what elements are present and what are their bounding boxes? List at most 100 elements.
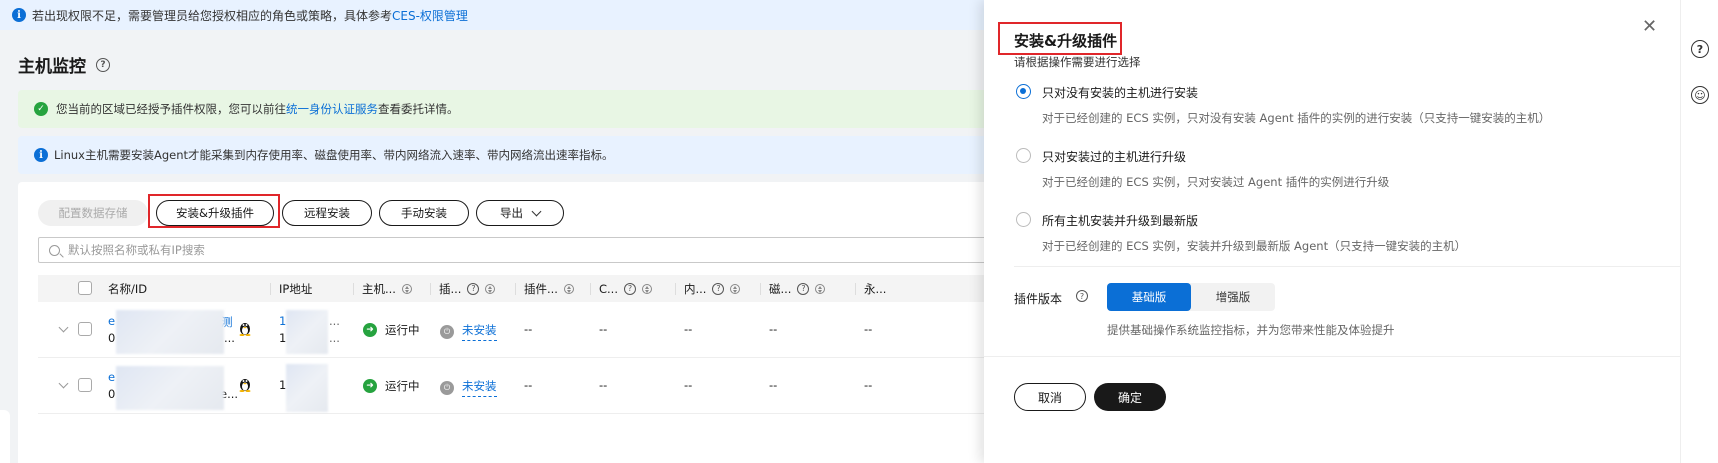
plugin-version-switch: 基础版 增强版 bbox=[1107, 283, 1275, 311]
host-id: 0 bbox=[108, 387, 116, 401]
select-all-checkbox[interactable] bbox=[78, 281, 92, 295]
sort-icon[interactable] bbox=[401, 283, 412, 294]
permanent-value: -- bbox=[864, 378, 873, 392]
confirm-button[interactable]: 确定 bbox=[1094, 383, 1166, 411]
disk-value: -- bbox=[769, 378, 778, 392]
table-header: 名称/ID IP地址 主机... 插...? 插件... C...? 内...?… bbox=[38, 275, 1078, 302]
host-status: ➜ 运行中 bbox=[363, 378, 420, 394]
info-icon: i bbox=[12, 8, 26, 22]
feedback-smile-icon[interactable]: ☺ bbox=[1691, 86, 1709, 104]
row-checkbox[interactable] bbox=[78, 322, 92, 336]
title-highlight-box bbox=[998, 22, 1122, 55]
help-icon[interactable]: ? bbox=[1076, 290, 1088, 302]
chevron-down-icon bbox=[531, 206, 542, 216]
remote-install-button[interactable]: 远程安装 bbox=[282, 200, 372, 226]
right-float-toolbar: ? ☺ bbox=[1680, 0, 1718, 463]
collapse-sidebar-handle[interactable] bbox=[0, 410, 10, 463]
sort-icon[interactable] bbox=[815, 283, 826, 294]
help-icon[interactable]: ? bbox=[712, 282, 725, 295]
help-icon[interactable]: ? bbox=[797, 282, 810, 295]
export-dropdown[interactable]: 导出 bbox=[476, 200, 564, 226]
iam-service-link[interactable]: 统一身份认证服务 bbox=[286, 101, 378, 117]
plugin-version-value: -- bbox=[524, 322, 533, 336]
column-plugin-status[interactable]: 插...? bbox=[429, 275, 496, 302]
sort-icon[interactable] bbox=[730, 283, 741, 294]
redacted-name-block bbox=[116, 310, 224, 354]
radio-install-uninstalled[interactable] bbox=[1016, 84, 1031, 99]
notice-text: 若出现权限不足，需要管理员给您授权相应的角色或策略，具体参考 bbox=[32, 8, 393, 23]
cancel-button[interactable]: 取消 bbox=[1014, 383, 1086, 411]
column-ip: IP地址 bbox=[269, 275, 313, 302]
redacted-name-block bbox=[116, 366, 224, 410]
search-icon bbox=[49, 244, 60, 256]
column-host-status[interactable]: 主机... bbox=[353, 275, 412, 302]
info-icon: i bbox=[34, 148, 48, 162]
help-icon[interactable]: ? bbox=[96, 57, 110, 72]
redacted-ip-block bbox=[286, 364, 328, 412]
config-storage-button[interactable]: 配置数据存储 bbox=[38, 200, 148, 226]
host-id: 0 bbox=[108, 331, 116, 345]
search-input[interactable]: 默认按照名称或私有IP搜索 bbox=[38, 237, 1078, 263]
radio-upgrade-installed[interactable] bbox=[1016, 148, 1031, 163]
expand-row-icon[interactable] bbox=[58, 378, 69, 389]
alert-green-text-after: 查看委托详情。 bbox=[378, 102, 459, 116]
running-status-icon: ➜ bbox=[363, 379, 377, 393]
plugin-permission-alert: ✓ 您当前的区域已经授予插件权限，您可以前往 统一身份认证服务 查看委托详情。 bbox=[18, 90, 1078, 128]
page-title-text: 主机监控 bbox=[18, 57, 86, 77]
agent-info-alert: i Linux主机需要安装Agent才能采集到内存使用率、磁盘使用率、带内网络流… bbox=[18, 136, 1078, 174]
highlight-box bbox=[148, 194, 280, 228]
sort-icon[interactable] bbox=[642, 283, 652, 294]
install-upgrade-drawer: 安装&升级插件 ✕ 请根据操作需要进行选择 只对没有安装的主机进行安装 对于已经… bbox=[984, 0, 1680, 463]
version-basic-option[interactable]: 基础版 bbox=[1107, 283, 1191, 311]
option-title[interactable]: 只对没有安装的主机进行安装 bbox=[1042, 84, 1198, 101]
drawer-subtitle: 请根据操作需要进行选择 bbox=[1014, 55, 1141, 69]
running-status-icon: ➜ bbox=[363, 323, 377, 337]
column-plugin-version[interactable]: 插件... bbox=[515, 275, 574, 302]
help-icon[interactable]: ? bbox=[624, 282, 636, 295]
expand-row-icon[interactable] bbox=[58, 322, 69, 333]
export-label: 导出 bbox=[500, 206, 523, 220]
column-cpu[interactable]: C...? bbox=[590, 275, 652, 302]
agent-info-text: Linux主机需要安装Agent才能采集到内存使用率、磁盘使用率、带内网络流入速… bbox=[54, 148, 614, 162]
cpu-value: -- bbox=[599, 322, 608, 336]
column-label: 永... bbox=[864, 281, 887, 296]
host-name-link[interactable]: e bbox=[108, 370, 115, 384]
column-label: 插... bbox=[439, 281, 462, 296]
plugin-not-installed-link[interactable]: 未安装 bbox=[462, 322, 497, 341]
host-name-link[interactable]: e bbox=[108, 314, 115, 328]
option-title[interactable]: 只对安装过的主机进行升级 bbox=[1042, 148, 1186, 165]
plugin-status: ⏻ 未安装 bbox=[440, 322, 497, 341]
column-label: 名称/ID bbox=[108, 281, 148, 296]
manual-install-button[interactable]: 手动安装 bbox=[379, 200, 469, 226]
row-checkbox[interactable] bbox=[78, 378, 92, 392]
success-check-icon: ✓ bbox=[34, 102, 48, 116]
plugin-not-installed-link[interactable]: 未安装 bbox=[462, 378, 497, 397]
sort-icon[interactable] bbox=[485, 283, 496, 294]
column-permanent: 永... bbox=[854, 275, 887, 302]
host-status-text: 运行中 bbox=[385, 379, 420, 393]
close-icon[interactable]: ✕ bbox=[1642, 18, 1657, 36]
divider bbox=[1014, 266, 1680, 267]
ip-address-line2-suffix: ... bbox=[329, 331, 340, 345]
column-disk[interactable]: 磁...? bbox=[759, 275, 826, 302]
version-desc: 提供基础操作系统监控指标，并为您带来性能及体验提升 bbox=[1107, 323, 1395, 337]
plugin-status: ⏻ 未安装 bbox=[440, 378, 497, 397]
power-icon: ⏻ bbox=[440, 324, 454, 339]
memory-value: -- bbox=[684, 378, 693, 392]
help-icon[interactable]: ? bbox=[467, 282, 480, 295]
host-id-suffix: ... bbox=[224, 331, 235, 345]
sort-icon[interactable] bbox=[563, 283, 574, 294]
column-label: C... bbox=[599, 281, 618, 296]
version-enhanced-option[interactable]: 增强版 bbox=[1191, 283, 1275, 311]
column-memory[interactable]: 内...? bbox=[674, 275, 741, 302]
radio-install-upgrade-all[interactable] bbox=[1016, 212, 1031, 227]
column-label: IP地址 bbox=[279, 281, 313, 296]
alert-green-text-before: 您当前的区域已经授予插件权限，您可以前往 bbox=[56, 102, 286, 116]
column-label: 内... bbox=[684, 281, 707, 296]
table-row: e 0 e... 1 ➜ 运行中 ⏻ 未安装 -- -- -- -- -- bbox=[38, 358, 1078, 414]
help-icon[interactable]: ? bbox=[1691, 40, 1709, 58]
memory-value: -- bbox=[684, 322, 693, 336]
ces-permission-link[interactable]: CES-权限管理 bbox=[392, 7, 468, 24]
host-list-card: 配置数据存储 安装&升级插件 远程安装 手动安装 导出 默认按照名称或私有IP搜… bbox=[18, 182, 1078, 463]
option-title[interactable]: 所有主机安装并升级到最新版 bbox=[1042, 212, 1198, 229]
